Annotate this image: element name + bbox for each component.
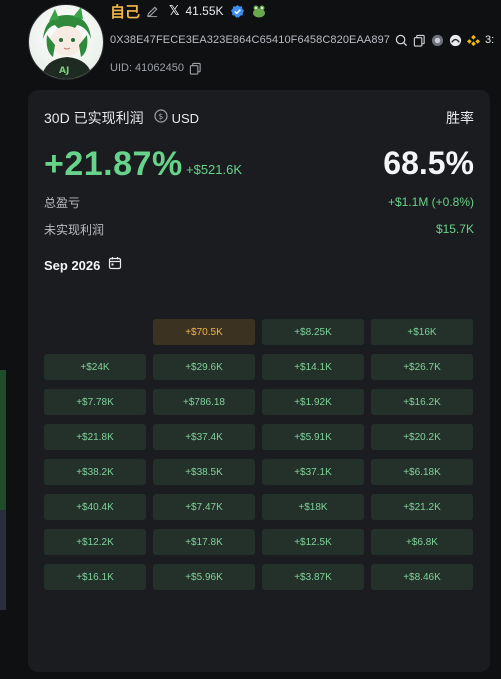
bnb-chain-icon[interactable] [467,34,481,47]
calendar-day-cell[interactable]: +$3.87K [262,564,364,590]
background-strip [0,370,6,510]
wallet-address: 0X38E47FECE3EA323E864C65410F6458C820EAA8… [110,34,391,46]
uid-label: UID: 41062450 [110,62,184,74]
currency-toggle[interactable]: $ USD [153,108,200,128]
month-selector[interactable]: Sep 2026 [44,256,122,274]
currency-label: USD [171,110,200,126]
x-logo-icon[interactable]: 𝕏 [169,3,179,19]
unrealized-pnl-row: 未实现利润 $15.7K [44,221,474,237]
profile-name: 自己 [110,3,141,21]
calendar-day-cell[interactable]: +$6.8K [371,529,473,555]
calendar-day-cell[interactable]: +$5.96K [153,564,255,590]
calendar-day-cell[interactable]: +$7.78K [44,389,146,415]
edit-pencil-icon[interactable] [146,5,159,18]
calendar-day-cell[interactable]: +$6.18K [371,459,473,485]
verified-badge-icon [230,4,245,19]
svg-text:$: $ [158,112,163,121]
calendar-day-cell[interactable]: +$7.47K [153,494,255,520]
calendar-day-cell[interactable]: +$38.5K [153,459,255,485]
calendar-day-cell[interactable]: +$21.2K [371,494,473,520]
explorer-icon[interactable] [449,34,462,47]
profile-header: AJ 自己 𝕏 41.55K 0X38E47FECE3EA323E864C654… [0,0,501,90]
calendar-day-cell[interactable]: +$16.2K [371,389,473,415]
winrate-label: 胜率 [446,110,474,126]
svg-text:AJ: AJ [59,66,69,76]
calendar-day-cell[interactable]: +$16.1K [44,564,146,590]
month-label: Sep 2026 [44,257,101,273]
calendar-day-cell[interactable]: +$38.2K [44,459,146,485]
background-strip [0,510,6,610]
calendar-day-cell[interactable]: +$37.1K [262,459,364,485]
calendar-day-cell[interactable]: +$1.92K [262,389,364,415]
calendar-day-cell[interactable]: +$16K [371,319,473,345]
calendar-day-cell[interactable]: +$8.25K [262,319,364,345]
pnl-card: 30D 已实现利润 $ USD 胜率 +21.87% +$521.6K 68.5… [28,90,490,672]
currency-swap-icon: $ [153,108,168,128]
calendar-day-cell[interactable]: +$12.5K [262,529,364,555]
calendar-day-cell[interactable]: +$5.91K [262,424,364,450]
copy-uid-icon[interactable] [189,62,202,75]
total-pnl-value: +$1.1M (+0.8%) [387,195,474,209]
calendar-day-cell[interactable]: +$18K [262,494,364,520]
total-pnl-row: 总盈亏 +$1.1M (+0.8%) [44,194,474,210]
calendar-day-cell[interactable]: +$20.2K [371,424,473,450]
calendar-day-cell[interactable]: +$37.4K [153,424,255,450]
calendar-day-cell[interactable]: +$786.18 [153,389,255,415]
follower-count: 41.55K [185,4,224,18]
address-overflow-text: 3: [485,34,495,46]
frog-emoji-icon [251,3,267,19]
calendar-day-cell[interactable]: +$12.2K [44,529,146,555]
calendar-day-cell[interactable]: +$17.8K [153,529,255,555]
calendar-day-cell[interactable]: +$21.8K [44,424,146,450]
calendar-day-cell[interactable]: +$29.6K [153,354,255,380]
calendar-day-cell[interactable]: +$24K [44,354,146,380]
calendar-day-cell[interactable]: +$70.5K [153,319,255,345]
chain-logo-icon[interactable] [431,34,444,47]
calendar-empty-cell [44,319,146,345]
pnl-percent: +21.87% [44,145,183,183]
calendar-day-cell[interactable]: +$40.4K [44,494,146,520]
daily-pnl-calendar: +$70.5K +$8.25K +$16K +$24K +$29.6K +$14… [44,319,474,590]
calendar-icon[interactable] [108,256,122,275]
calendar-day-cell[interactable]: +$26.7K [371,354,473,380]
card-title: 30D 已实现利润 [44,110,144,126]
pnl-absolute: +$521.6K [186,162,243,177]
avatar[interactable]: AJ [28,4,104,80]
total-pnl-label: 总盈亏 [44,195,81,210]
calendar-day-cell[interactable]: +$14.1K [262,354,364,380]
unrealized-pnl-value: $15.7K [435,222,474,236]
copy-icon[interactable] [413,34,426,47]
unrealized-pnl-label: 未实现利润 [44,222,105,237]
search-icon[interactable] [395,34,408,47]
calendar-day-cell[interactable]: +$8.46K [371,564,473,590]
winrate-value: 68.5% [383,145,474,181]
